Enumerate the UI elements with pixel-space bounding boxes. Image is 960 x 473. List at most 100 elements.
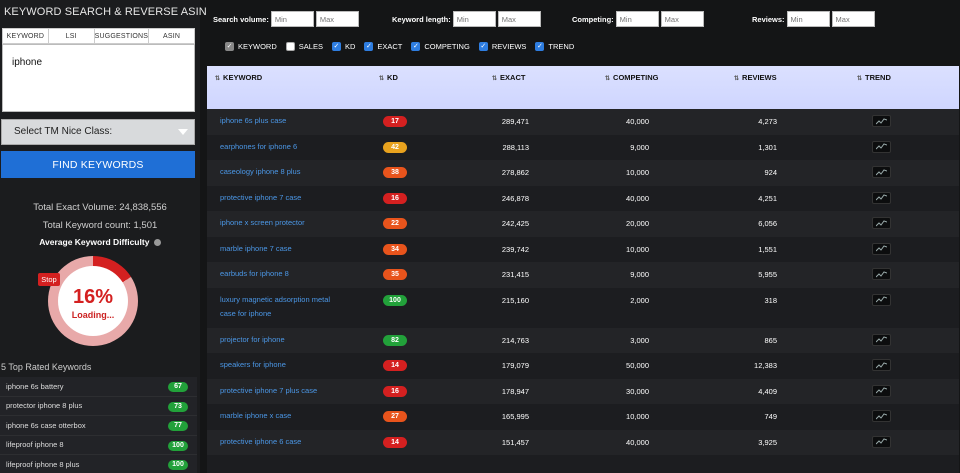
keyword-length-max-input[interactable]: [497, 11, 541, 27]
top-rated-keyword: lifeproof iphone 8 plus: [6, 459, 80, 469]
th-label: TREND: [865, 73, 891, 82]
table-row: marble iphone 7 case 34 239,742 10,000 1,551: [207, 236, 959, 262]
toggle-kd[interactable]: ✓ KD: [331, 41, 355, 51]
find-keywords-button[interactable]: FIND KEYWORDS: [1, 151, 195, 178]
trend-chart-icon[interactable]: [872, 384, 891, 397]
reviews-value: 4,409: [758, 386, 777, 396]
tab-keyword[interactable]: KEYWORD: [3, 29, 49, 43]
table-row: protective iphone 6 case 14 151,457 40,000 3…: [207, 429, 959, 455]
list-item[interactable]: iphone 6s case otterbox 77: [0, 416, 197, 436]
trend-chart-icon[interactable]: [872, 410, 891, 422]
checkbox-icon[interactable]: ✓: [225, 41, 234, 51]
total-exact-volume: Total Exact Volume: 24,838,556: [33, 202, 167, 213]
trend-chart-icon[interactable]: [872, 333, 891, 346]
competing-value: 50,000: [626, 361, 649, 370]
th-label: REVIEWS: [742, 73, 777, 82]
th-reviews[interactable]: ⇅ REVIEWS: [734, 73, 777, 82]
keyword-link[interactable]: iphone x screen protector: [220, 216, 340, 230]
keyword-input[interactable]: iphone: [2, 44, 195, 112]
tm-nice-class-select[interactable]: Select TM Nice Class:: [1, 119, 195, 145]
search-volume-min-input[interactable]: [270, 11, 314, 27]
exact-value: 214,763: [501, 335, 529, 345]
keyword-link[interactable]: luxury magnetic adsorption metal case fo…: [220, 293, 340, 321]
table-body: iphone 6s plus case 17 289,471 40,000 4,273 e…: [207, 109, 959, 455]
list-item[interactable]: lifeproof iphone 8 plus 100: [0, 455, 197, 473]
keyword-link[interactable]: protective iphone 6 case: [220, 435, 340, 449]
reviews-min-input[interactable]: [786, 11, 830, 27]
list-item[interactable]: protector iphone 8 plus 73: [0, 397, 197, 416]
keyword-link[interactable]: earphones for iphone 6: [220, 140, 340, 154]
table-row: speakers for iphone 14 179,079 50,000 12,383: [207, 353, 959, 379]
competing-min-input[interactable]: [615, 11, 659, 27]
toggle-reviews[interactable]: ✓ REVIEWS: [478, 41, 526, 51]
trend-chart-icon[interactable]: [872, 293, 891, 306]
keyword-link[interactable]: protective iphone 7 case: [220, 191, 340, 205]
keyword-link[interactable]: marble iphone 7 case: [220, 242, 340, 256]
competing-max-input[interactable]: [660, 11, 704, 27]
list-item[interactable]: lifeproof iphone 8 100: [0, 436, 197, 455]
reviews-value: 3,925: [758, 437, 777, 447]
reviews-value: 6,056: [758, 219, 777, 228]
list-item[interactable]: iphone 6s battery 67: [0, 377, 197, 397]
toggle-competing[interactable]: ✓ COMPETING: [411, 41, 470, 51]
competing-value: 9,000: [630, 270, 649, 279]
search-volume-max-input[interactable]: [315, 11, 359, 27]
trend-chart-icon[interactable]: [872, 242, 891, 255]
keyword-link[interactable]: earbuds for iphone 8: [220, 267, 340, 281]
checkbox-icon[interactable]: ✓: [411, 41, 421, 51]
keyword-length-min-input[interactable]: [452, 11, 496, 27]
reviews-value: 1,301: [758, 142, 777, 152]
score-badge: 73: [168, 401, 188, 412]
info-icon[interactable]: [153, 239, 161, 246]
table-row: earphones for iphone 6 42 288,113 9,000 1,30…: [207, 134, 959, 160]
th-trend[interactable]: ⇅ TREND: [857, 73, 891, 82]
reviews-value: 1,551: [758, 244, 777, 254]
toggle-trend[interactable]: ✓ TREND: [535, 41, 574, 51]
reviews-value: 4,251: [758, 193, 777, 203]
checkbox-icon[interactable]: ✓: [331, 41, 341, 51]
trend-chart-icon[interactable]: [872, 191, 891, 204]
stop-button[interactable]: Stop: [38, 273, 60, 286]
keyword-link[interactable]: caseology iphone 8 plus: [220, 165, 340, 179]
th-exact[interactable]: ⇅ EXACT: [492, 73, 525, 82]
competing-value: 2,000: [630, 295, 649, 305]
table-row: luxury magnetic adsorption metal case fo…: [207, 287, 959, 328]
keyword-link[interactable]: projector for iphone: [220, 333, 340, 347]
avg-difficulty-heading: Average Keyword Difficulty: [0, 237, 200, 247]
th-keyword[interactable]: ⇅ KEYWORD: [215, 73, 262, 82]
exact-value: 215,160: [501, 295, 529, 305]
th-competing[interactable]: ⇅ COMPETING: [605, 73, 658, 82]
keyword-link[interactable]: protective iphone 7 plus case: [220, 384, 340, 398]
toggle-sales[interactable]: SALES: [285, 41, 323, 51]
keyword-link[interactable]: speakers for iphone: [220, 358, 340, 372]
tab-suggestions[interactable]: SUGGESTIONS: [95, 29, 150, 43]
reviews-max-input[interactable]: [831, 11, 875, 27]
checkbox-icon[interactable]: ✓: [364, 41, 374, 51]
checkbox-icon[interactable]: [285, 41, 295, 51]
toggle-keyword[interactable]: ✓ KEYWORD: [225, 41, 277, 51]
reviews-value: 318: [764, 295, 777, 305]
trend-chart-icon[interactable]: [872, 435, 891, 448]
keyword-link[interactable]: marble iphone x case: [220, 409, 340, 423]
th-kd[interactable]: ⇅ KD: [379, 73, 398, 82]
keyword-table: ⇅ KEYWORD ⇅ KD ⇅ EXACT ⇅ COMPETING ⇅ REVIEWS …: [207, 66, 959, 473]
reviews-filter: Reviews:: [752, 11, 877, 27]
trend-chart-icon[interactable]: [872, 217, 891, 229]
exact-value: 246,878: [501, 193, 529, 203]
toggle-exact[interactable]: ✓ EXACT: [364, 41, 402, 51]
trend-chart-icon[interactable]: [872, 115, 891, 127]
reviews-value: 5,955: [758, 270, 777, 279]
tab-asin[interactable]: ASIN: [149, 29, 194, 43]
trend-chart-icon[interactable]: [872, 268, 891, 280]
checkbox-icon[interactable]: ✓: [535, 41, 545, 51]
table-row: caseology iphone 8 plus 38 278,862 10,000 92…: [207, 160, 959, 186]
trend-chart-icon[interactable]: [872, 359, 891, 371]
keyword-link[interactable]: iphone 6s plus case: [220, 114, 340, 128]
checkbox-icon[interactable]: ✓: [478, 41, 488, 51]
trend-chart-icon[interactable]: [872, 166, 891, 178]
trend-chart-icon[interactable]: [872, 140, 891, 153]
competing-value: 20,000: [626, 219, 649, 228]
toggle-label: SALES: [298, 41, 323, 51]
competing-value: 10,000: [626, 412, 649, 421]
tab-lsi[interactable]: LSI: [49, 29, 95, 43]
